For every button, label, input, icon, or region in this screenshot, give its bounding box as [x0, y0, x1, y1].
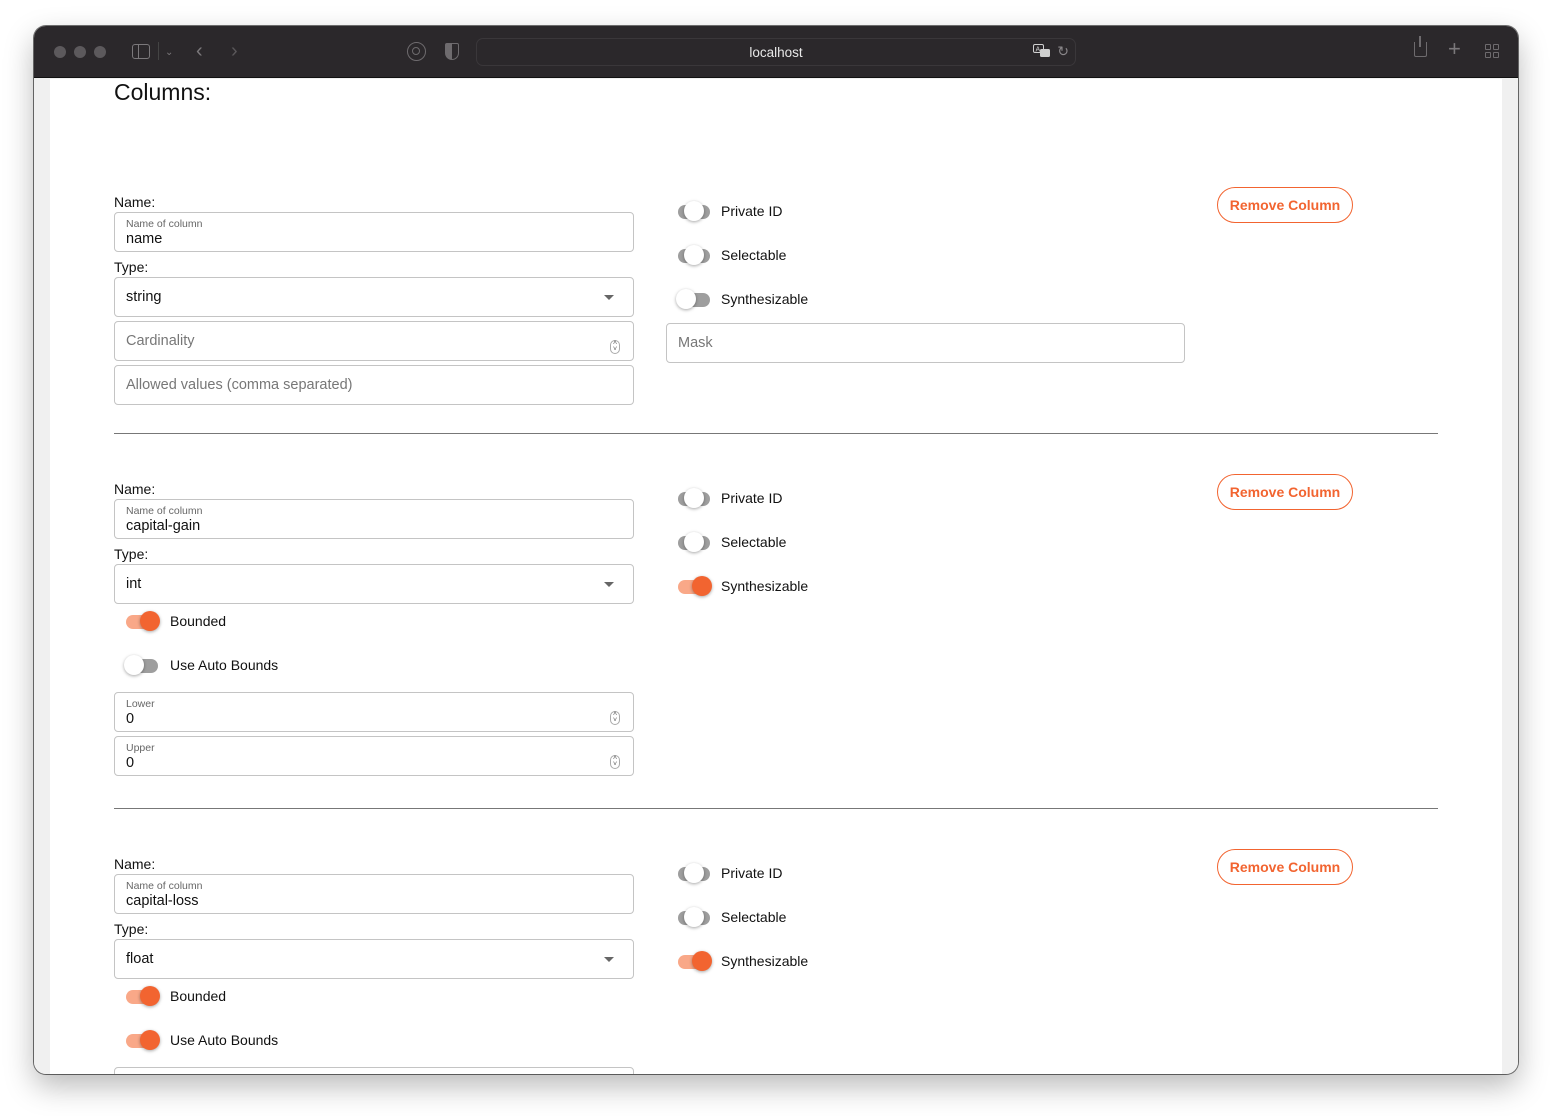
column-type-select[interactable]: float	[114, 939, 634, 979]
private-id-toggle[interactable]	[676, 200, 712, 222]
upper-bound-label: Upper	[126, 742, 155, 754]
bounded-toggle[interactable]	[124, 610, 160, 632]
allowed-values-input[interactable]: Allowed values (comma separated)	[114, 365, 634, 405]
back-icon[interactable]: ‹	[196, 41, 203, 61]
lower-bound-value: 0	[126, 711, 135, 727]
bounded-label: Bounded	[170, 988, 227, 1004]
synthesizable-toggle[interactable]	[676, 575, 712, 597]
close-window-button[interactable]	[54, 46, 66, 58]
remove-column-button[interactable]: Remove Column	[1217, 187, 1353, 223]
upper-bound-value: 0	[126, 755, 135, 771]
selectable-toggle[interactable]	[676, 906, 712, 928]
selectable-label: Selectable	[721, 909, 787, 925]
remove-column-button[interactable]: Remove Column	[1217, 849, 1353, 885]
cardinality-placeholder: Cardinality	[126, 333, 195, 349]
svg-text:A: A	[1036, 47, 1041, 54]
private-id-toggle[interactable]	[676, 862, 712, 884]
number-spinner-icon[interactable]: ˄ ˅	[610, 340, 620, 354]
upper-bound-input[interactable]: Upper 0 ˄ ˅	[114, 736, 634, 776]
column-name-field-label: Name of column	[126, 218, 203, 230]
column-divider	[114, 808, 1438, 809]
column-type-value: float	[126, 951, 154, 967]
column-name-value: capital-gain	[126, 518, 201, 534]
column-type-value: int	[126, 576, 142, 592]
new-tab-icon[interactable]: +	[1448, 38, 1461, 60]
column-config-name: Name: Name of column name Type: string C…	[114, 187, 1438, 434]
auto-bounds-toggle[interactable]	[124, 1029, 160, 1051]
synthesizable-toggle[interactable]	[676, 950, 712, 972]
address-bar[interactable]: localhost A ↻	[476, 38, 1076, 66]
dropdown-arrow-icon	[604, 582, 614, 587]
column-name-value: name	[126, 231, 163, 247]
private-id-toggle[interactable]	[676, 487, 712, 509]
private-id-label: Private ID	[721, 203, 783, 219]
column-type-select[interactable]: int	[114, 564, 634, 604]
toolbar-divider	[158, 42, 159, 60]
dropdown-arrow-icon	[604, 957, 614, 962]
number-spinner-icon[interactable]: ˄ ˅	[610, 755, 620, 769]
column-name-input[interactable]: Name of column capital-gain	[114, 499, 634, 539]
lower-bound-label: Lower	[126, 698, 155, 710]
auto-bounds-toggle[interactable]	[124, 654, 160, 676]
column-config-capital-gain: Name: Name of column capital-gain Type: …	[114, 474, 1438, 801]
page-viewport: Columns: Name: Name of column name Type:…	[34, 79, 1518, 1074]
sidebar-icon[interactable]	[132, 44, 150, 59]
column-name-input[interactable]: Name of column name	[114, 212, 634, 252]
column-config-capital-loss: Name: Name of column capital-loss Type: …	[114, 849, 1438, 1074]
minimize-window-button[interactable]	[74, 46, 86, 58]
allowed-values-placeholder: Allowed values (comma separated)	[126, 377, 353, 393]
number-spinner-icon[interactable]: ˄ ˅	[610, 711, 620, 725]
mask-input[interactable]: Mask	[666, 323, 1185, 363]
translate-icon[interactable]: A	[1033, 44, 1051, 59]
column-type-value: string	[126, 289, 162, 305]
column-name-field-label: Name of column	[126, 880, 203, 892]
browser-toolbar: ⌄ ‹ › localhost A ↻ +	[34, 26, 1518, 78]
url-text: localhost	[749, 45, 803, 60]
password-icon[interactable]	[407, 42, 426, 61]
browser-window: ⌄ ‹ › localhost A ↻ + Columns: Name: Nam…	[34, 26, 1518, 1074]
lower-bound-input[interactable]: Lower 0 ˄ ˅	[114, 692, 634, 732]
private-id-label: Private ID	[721, 490, 783, 506]
synthesizable-label: Synthesizable	[721, 291, 809, 307]
selectable-toggle[interactable]	[676, 244, 712, 266]
bounded-toggle[interactable]	[124, 985, 160, 1007]
column-name-field-label: Name of column	[126, 505, 203, 517]
tab-overview-icon[interactable]	[1485, 44, 1499, 58]
page-content: Columns: Name: Name of column name Type:…	[50, 79, 1502, 1074]
name-label: Name:	[114, 194, 156, 210]
selectable-label: Selectable	[721, 247, 787, 263]
zoom-window-button[interactable]	[94, 46, 106, 58]
column-name-value: capital-loss	[126, 893, 199, 909]
dropdown-arrow-icon	[604, 295, 614, 300]
selectable-label: Selectable	[721, 534, 787, 550]
type-label: Type:	[114, 921, 149, 937]
name-label: Name:	[114, 481, 156, 497]
column-type-select[interactable]: string	[114, 277, 634, 317]
auto-bounds-label: Use Auto Bounds	[170, 1032, 279, 1048]
name-label: Name:	[114, 856, 156, 872]
mask-placeholder: Mask	[678, 335, 713, 351]
partially-visible-input[interactable]	[114, 1067, 634, 1074]
columns-heading: Columns:	[114, 79, 212, 105]
privacy-shield-icon[interactable]	[445, 43, 459, 60]
synthesizable-label: Synthesizable	[721, 953, 809, 969]
forward-icon[interactable]: ›	[231, 41, 238, 61]
type-label: Type:	[114, 259, 149, 275]
remove-column-button[interactable]: Remove Column	[1217, 474, 1353, 510]
synthesizable-label: Synthesizable	[721, 578, 809, 594]
reload-icon[interactable]: ↻	[1057, 43, 1069, 60]
synthesizable-toggle[interactable]	[676, 288, 712, 310]
chevron-down-icon[interactable]: ⌄	[165, 44, 173, 62]
private-id-label: Private ID	[721, 865, 783, 881]
share-icon[interactable]	[1414, 36, 1427, 57]
selectable-toggle[interactable]	[676, 531, 712, 553]
type-label: Type:	[114, 546, 149, 562]
column-divider	[114, 433, 1438, 434]
auto-bounds-label: Use Auto Bounds	[170, 657, 279, 673]
column-name-input[interactable]: Name of column capital-loss	[114, 874, 634, 914]
bounded-label: Bounded	[170, 613, 227, 629]
cardinality-input[interactable]: Cardinality ˄ ˅	[114, 321, 634, 361]
